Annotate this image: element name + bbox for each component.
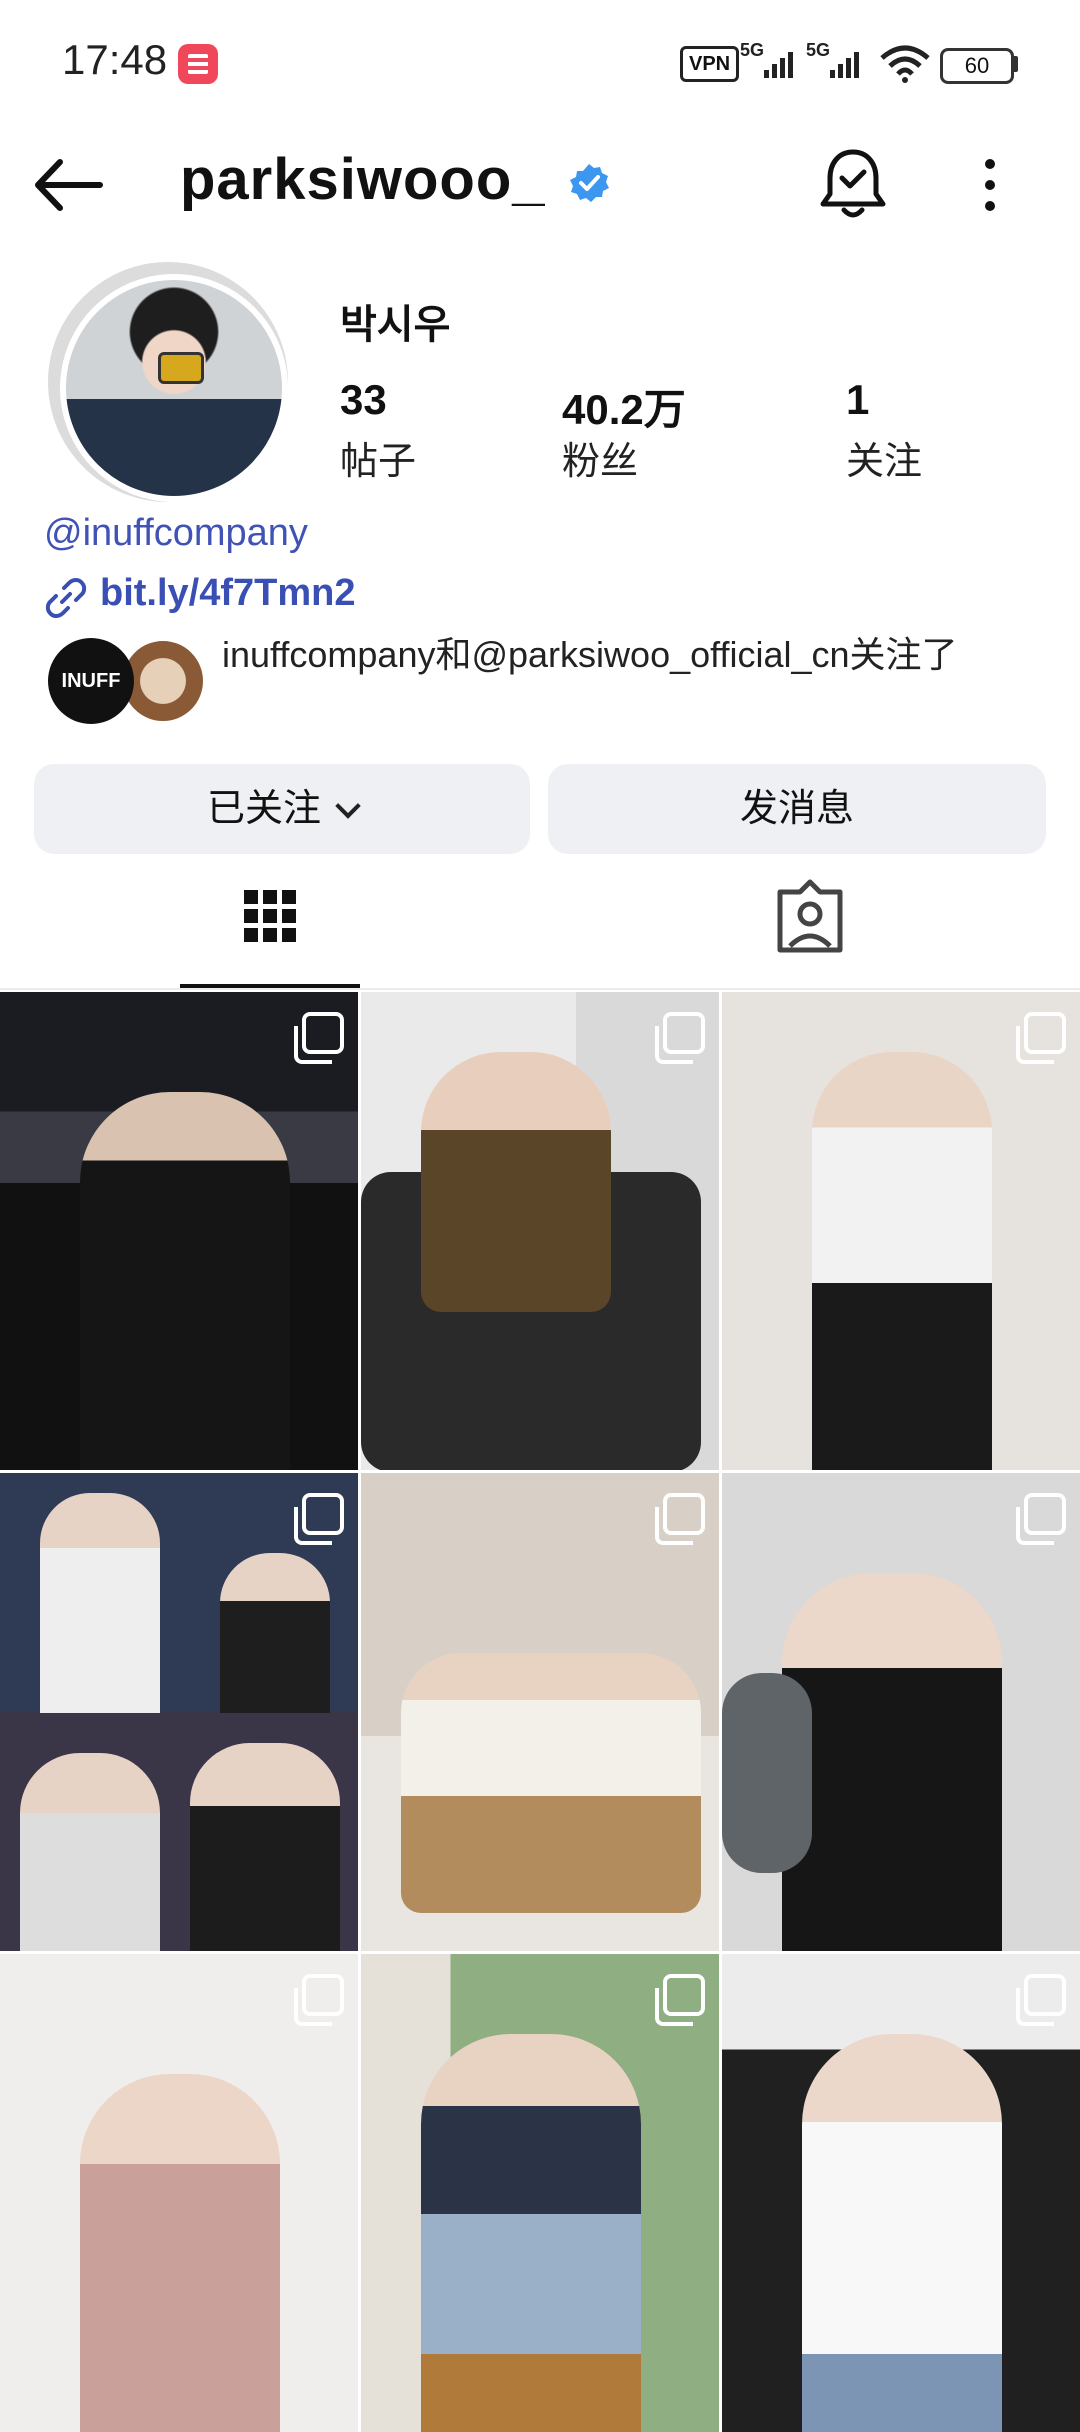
post-photo [421, 2034, 641, 2432]
multi-photo-icon [1016, 1974, 1066, 2026]
post-tile[interactable] [361, 1954, 719, 2432]
chevron-down-icon [335, 793, 361, 819]
link-icon [45, 578, 87, 618]
more-options-icon[interactable] [970, 150, 1010, 220]
multi-photo-icon [655, 1974, 705, 2026]
multi-photo-icon [1016, 1493, 1066, 1545]
message-button[interactable]: 发消息 [548, 764, 1046, 854]
battery-icon: 60 [940, 48, 1014, 84]
vpn-indicator: VPN [680, 46, 740, 82]
post-photo [80, 1092, 290, 1470]
post-photo [802, 2034, 1002, 2432]
wifi-icon [880, 45, 930, 83]
multi-photo-icon [294, 1974, 344, 2026]
stat-posts-count[interactable]: 33 [340, 376, 387, 424]
profile-avatar[interactable] [60, 274, 288, 502]
post-tile[interactable] [0, 1954, 358, 2432]
stat-following-label: 关注 [846, 441, 923, 483]
stat-following-count[interactable]: 1 [846, 376, 869, 424]
profile-display-name: 박시우 [340, 303, 451, 347]
app-notification-icon [178, 44, 218, 84]
threads-icon: @ [44, 512, 83, 554]
profile-username: parksiwooo_ [180, 147, 546, 212]
network-label-1: 5G [740, 40, 764, 60]
post-photo-figure [20, 1753, 160, 1951]
post-tile[interactable] [0, 992, 358, 1470]
status-time: 17:48 [62, 36, 168, 83]
stat-posts-label: 帖子 [340, 441, 417, 483]
battery-tip [1012, 56, 1018, 72]
status-bar: 17:48 VPN 5G 5G 60 [0, 0, 1080, 120]
threads-link[interactable]: @inuffcompany [44, 512, 308, 555]
multi-photo-icon [655, 1012, 705, 1064]
threads-handle: inuffcompany [82, 512, 308, 554]
bio-link[interactable]: bit.ly/4f7Tmn2 [100, 572, 356, 615]
multi-photo-icon [655, 1493, 705, 1545]
multi-photo-icon [1016, 1012, 1066, 1064]
post-tile[interactable] [722, 1954, 1080, 2432]
post-tile[interactable] [722, 1473, 1080, 1951]
following-button-label: 已关注 [206, 788, 321, 830]
following-button[interactable]: 已关注 [34, 764, 530, 854]
verified-badge-icon [570, 164, 609, 202]
followed-by-text[interactable]: inuffcompany和@parksiwoo_official_cn关注了 [222, 632, 1022, 678]
back-arrow-icon[interactable] [30, 150, 110, 220]
avatar-camera-prop [158, 352, 204, 384]
post-tile[interactable] [722, 992, 1080, 1470]
post-photo-figure [722, 1673, 812, 1873]
post-tile[interactable] [0, 1473, 358, 1951]
post-photo-figure [421, 1052, 611, 1312]
stat-followers-label: 粉丝 [562, 441, 639, 483]
post-photo [812, 1052, 992, 1470]
multi-photo-icon [294, 1012, 344, 1064]
post-photo [401, 1653, 701, 1913]
post-photo [80, 2074, 280, 2432]
post-photo-figure [190, 1743, 340, 1951]
network-label-2: 5G [806, 40, 830, 60]
post-photo [782, 1573, 1002, 1951]
tab-posts-grid-icon[interactable] [180, 868, 360, 988]
follower-avatar-1[interactable]: INUFF [48, 638, 134, 724]
notification-bell-icon[interactable] [818, 146, 888, 222]
post-tile[interactable] [361, 1473, 719, 1951]
post-photo [40, 1493, 160, 1713]
post-tile[interactable] [361, 992, 719, 1470]
multi-photo-icon [294, 1493, 344, 1545]
tab-tagged-icon[interactable] [720, 868, 900, 988]
tabs-divider [0, 988, 1080, 990]
stat-followers-count[interactable]: 40.2万 [562, 376, 686, 437]
post-photo-figure [220, 1553, 330, 1713]
